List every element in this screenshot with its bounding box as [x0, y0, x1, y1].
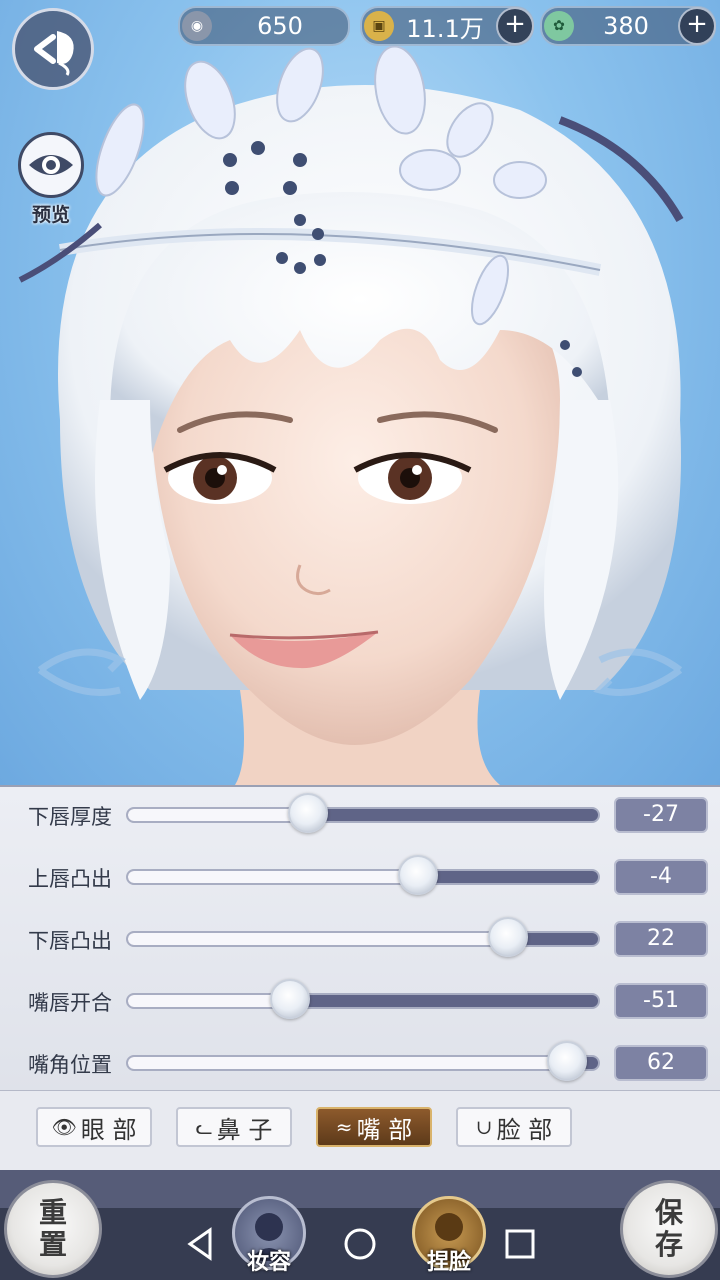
feature-tabs: 👁 眼 部 ᓚ 鼻 子 ≈ 嘴 部 ∪ 脸 部: [0, 1090, 720, 1171]
currency-copper-value: 11.1万: [406, 14, 484, 43]
slider-value[interactable]: 22: [614, 921, 708, 957]
slider-thumb[interactable]: [269, 979, 310, 1019]
reset-button[interactable]: 重 置: [4, 1180, 102, 1278]
character-illustration: [18, 45, 684, 785]
jade-icon: ✿: [544, 11, 574, 41]
add-jade-button[interactable]: +: [678, 7, 716, 45]
slider-thumb[interactable]: [546, 1041, 587, 1081]
slider-value[interactable]: -51: [614, 983, 708, 1019]
add-copper-button[interactable]: +: [496, 7, 534, 45]
home-circle-icon[interactable]: [342, 1226, 378, 1262]
slider-track[interactable]: [126, 1055, 600, 1071]
tab-label: 鼻 子: [216, 1115, 273, 1144]
currency-copper: ▣ 11.1万 +: [360, 6, 534, 46]
slider-value[interactable]: -27: [614, 797, 708, 833]
currency-jade-value: 380: [603, 12, 649, 40]
slider-track[interactable]: [126, 869, 600, 885]
slider-thumb[interactable]: [288, 793, 329, 833]
tab-eyes[interactable]: 👁 眼 部: [36, 1107, 152, 1147]
recents-square-icon[interactable]: [502, 1226, 538, 1262]
face-icon: ∪: [475, 1115, 493, 1139]
currency-silver-value: 650: [257, 12, 303, 40]
slider-fill: [128, 933, 507, 945]
back-button[interactable]: [12, 8, 94, 90]
tab-label: 眼 部: [80, 1115, 137, 1144]
nose-icon: ᓚ: [195, 1115, 213, 1139]
slider-fill: [128, 995, 291, 1007]
slider-label: 下唇厚度: [28, 805, 112, 829]
slider-row-lower-lip-thickness: 下唇厚度 -27: [0, 787, 720, 847]
back-arrow-butterfly-icon: [34, 31, 74, 76]
preview-button[interactable]: [18, 132, 84, 198]
copper-coin-icon: ▣: [364, 11, 394, 41]
back-triangle-icon[interactable]: [182, 1226, 218, 1262]
slider-row-upper-lip-protrusion: 上唇凸出 -4: [0, 849, 720, 909]
slider-row-lower-lip-protrusion: 下唇凸出 22: [0, 911, 720, 971]
slider-value[interactable]: -4: [614, 859, 708, 895]
slider-fill: [128, 809, 309, 821]
slider-fill: [128, 871, 418, 883]
slider-label: 下唇凸出: [28, 929, 112, 953]
currency-jade: ✿ 380 +: [540, 6, 716, 46]
mouth-icon: ≈: [335, 1115, 353, 1139]
slider-track[interactable]: [126, 931, 600, 947]
slider-thumb[interactable]: [487, 917, 528, 957]
eye-icon: [29, 155, 73, 175]
slider-row-lip-opening: 嘴唇开合 -51: [0, 973, 720, 1033]
slider-track[interactable]: [126, 993, 600, 1009]
currency-silver: ◉ 650: [178, 6, 350, 46]
slider-label: 嘴角位置: [28, 1053, 112, 1077]
silver-coin-icon: ◉: [182, 11, 212, 41]
slider-fill: [128, 1057, 566, 1069]
tab-label: 嘴 部: [356, 1115, 413, 1144]
slider-panel: 下唇厚度 -27 上唇凸出 -4 下唇凸出 22 嘴唇开合 -51 嘴角位置 6…: [0, 785, 720, 1092]
eye-icon: 👁: [51, 1115, 77, 1139]
save-button[interactable]: 保 存: [620, 1180, 718, 1278]
slider-value[interactable]: 62: [614, 1045, 708, 1081]
slider-label: 上唇凸出: [28, 867, 112, 891]
tab-nose[interactable]: ᓚ 鼻 子: [176, 1107, 292, 1147]
face-edit-label: 捏脸: [426, 1249, 471, 1275]
slider-thumb[interactable]: [397, 855, 438, 895]
preview-label: 预览: [31, 204, 70, 226]
tab-mouth[interactable]: ≈ 嘴 部: [316, 1107, 432, 1147]
slider-row-mouth-corner-position: 嘴角位置 62: [0, 1035, 720, 1095]
slider-label: 嘴唇开合: [28, 991, 112, 1015]
makeup-label: 妆容: [246, 1249, 291, 1275]
character-preview[interactable]: [0, 0, 720, 785]
tab-label: 脸 部: [496, 1115, 553, 1144]
tab-face[interactable]: ∪ 脸 部: [456, 1107, 572, 1147]
slider-track[interactable]: [126, 807, 600, 823]
